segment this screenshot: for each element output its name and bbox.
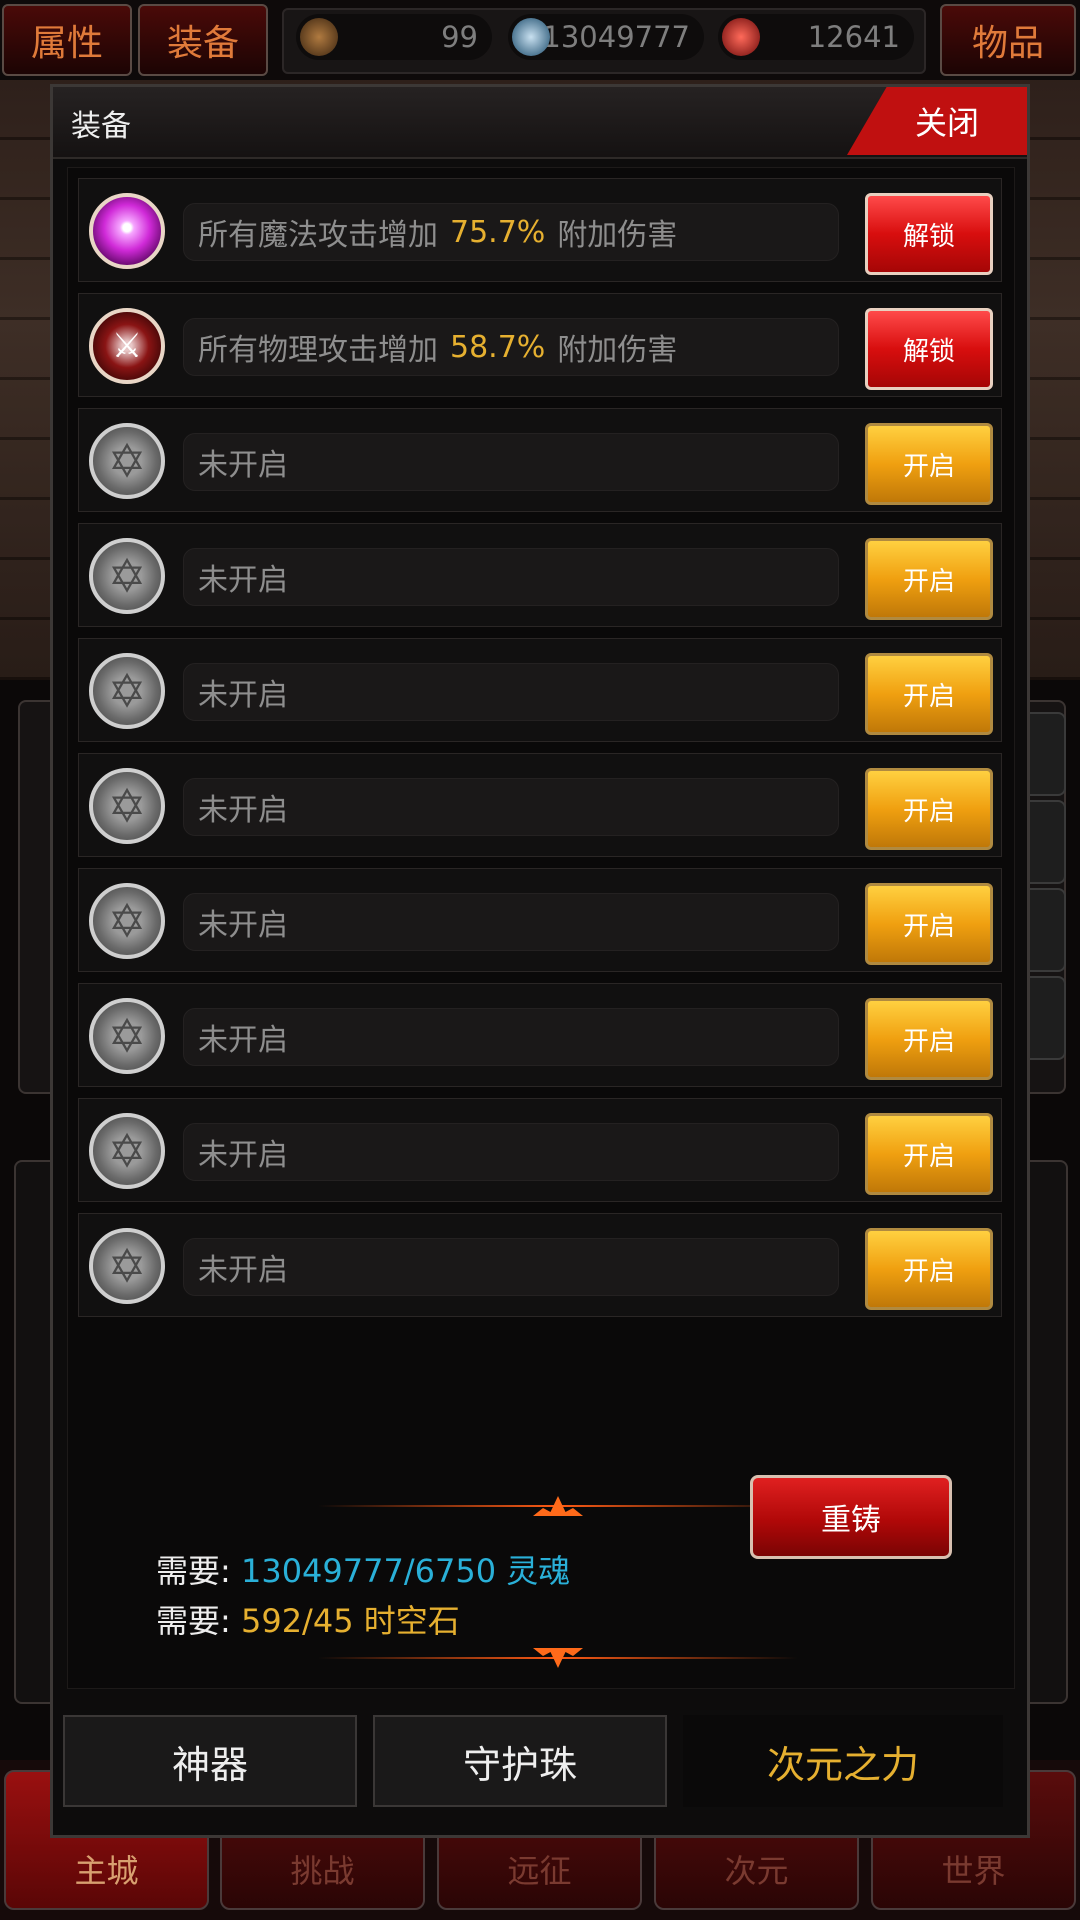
soul-requirement-value: 13049777/6750 灵魂 (240, 1552, 571, 1590)
recast-button[interactable]: 重铸 (750, 1475, 952, 1559)
slot-prefix: 未开启 (198, 793, 288, 828)
stone-requirement-label: 需要: (156, 1602, 231, 1640)
locked-seal-icon (89, 998, 165, 1074)
slot-prefix: 所有魔法攻击增加 (198, 218, 438, 253)
unlock-button[interactable]: 解锁 (865, 308, 993, 390)
tab-dimension-power[interactable]: 次元之力 (683, 1715, 1003, 1807)
modal-title: 装备 (71, 109, 131, 144)
slot-suffix: 附加伤害 (557, 333, 678, 368)
tab-guardian-orb[interactable]: 守护珠 (373, 1715, 667, 1807)
locked-seal-icon (89, 768, 165, 844)
slot-suffix: 附加伤害 (557, 218, 678, 253)
slot-prefix: 未开启 (198, 1023, 288, 1058)
slot-description: 未开启 (183, 1123, 839, 1181)
slot-row: 未开启 开启 (78, 753, 1002, 857)
open-button[interactable]: 开启 (865, 538, 993, 620)
skull-soul-icon (512, 18, 550, 56)
open-button[interactable]: 开启 (865, 1113, 993, 1195)
slot-bonus-value: 75.7% (450, 214, 546, 250)
slot-description: 未开启 (183, 893, 839, 951)
slot-description: 未开启 (183, 663, 839, 721)
physical-orb-icon (89, 308, 165, 384)
locked-seal-icon (89, 538, 165, 614)
red-vortex-icon (722, 18, 760, 56)
resource-star-value: 99 (441, 20, 478, 54)
open-button[interactable]: 开启 (865, 768, 993, 850)
slot-prefix: 未开启 (198, 1253, 288, 1288)
locked-seal-icon (89, 883, 165, 959)
slot-row: 未开启 开启 (78, 983, 1002, 1087)
equipment-button[interactable]: 装备 (138, 4, 268, 76)
star-emblem-icon (300, 18, 338, 56)
magic-orb-icon (89, 193, 165, 269)
locked-seal-icon (89, 1228, 165, 1304)
ornament-divider-top (318, 1496, 798, 1516)
modal-body: 所有魔法攻击增加75.7%附加伤害解锁所有物理攻击增加58.7%附加伤害解锁未开… (67, 167, 1015, 1689)
slot-row: 未开启 开启 (78, 408, 1002, 512)
resource-star: 99 (296, 14, 492, 60)
open-button[interactable]: 开启 (865, 1228, 993, 1310)
soul-requirement-label: 需要: (156, 1552, 231, 1590)
slot-prefix: 未开启 (198, 448, 288, 483)
slot-bonus-value: 58.7% (450, 329, 546, 365)
slot-description: 未开启 (183, 433, 839, 491)
slot-prefix: 未开启 (198, 678, 288, 713)
slot-row: 所有物理攻击增加 58.7% 附加伤害 解锁 (78, 293, 1002, 397)
resource-soul: 13049777 (508, 14, 704, 60)
slot-prefix: 未开启 (198, 563, 288, 598)
stone-requirement: 需要: 592/45 时空石 (156, 1596, 460, 1642)
slot-description: 未开启 (183, 778, 839, 836)
slot-row: 所有魔法攻击增加 75.7% 附加伤害 解锁 (78, 178, 1002, 282)
resource-soul-value: 13049777 (542, 20, 690, 54)
slot-description: 未开启 (183, 1238, 839, 1296)
unlock-button[interactable]: 解锁 (865, 193, 993, 275)
slot-prefix: 未开启 (198, 908, 288, 943)
ornament-divider-bottom (318, 1648, 798, 1668)
close-button[interactable]: 关闭 (847, 87, 1027, 155)
modal-header: 装备 关闭 (53, 87, 1027, 159)
open-button[interactable]: 开启 (865, 653, 993, 735)
locked-seal-icon (89, 653, 165, 729)
locked-seal-icon (89, 1113, 165, 1189)
locked-seal-icon (89, 423, 165, 499)
slot-description: 所有物理攻击增加 58.7% 附加伤害 (183, 318, 839, 376)
open-button[interactable]: 开启 (865, 998, 993, 1080)
top-bar: 属性 装备 99 13049777 12641 物品 (0, 0, 1080, 80)
slot-row: 未开启 开启 (78, 1098, 1002, 1202)
open-button[interactable]: 开启 (865, 883, 993, 965)
slot-row: 未开启 开启 (78, 523, 1002, 627)
slot-prefix: 未开启 (198, 1138, 288, 1173)
slot-description: 未开启 (183, 1008, 839, 1066)
attributes-button[interactable]: 属性 (2, 4, 132, 76)
slot-prefix: 所有物理攻击增加 (198, 333, 438, 368)
stone-requirement-value: 592/45 时空石 (240, 1602, 460, 1640)
open-button[interactable]: 开启 (865, 423, 993, 505)
slot-description: 所有魔法攻击增加 75.7% 附加伤害 (183, 203, 839, 261)
slot-row: 未开启 开启 (78, 638, 1002, 742)
slot-description: 未开启 (183, 548, 839, 606)
resource-vortex-value: 12641 (807, 20, 900, 54)
equipment-modal: 装备 关闭 所有魔法攻击增加75.7%附加伤害解锁所有物理攻击增加58.7%附加… (50, 84, 1030, 1838)
soul-requirement: 需要: 13049777/6750 灵魂 (156, 1546, 570, 1592)
items-button[interactable]: 物品 (940, 4, 1076, 76)
slot-row: 未开启 开启 (78, 868, 1002, 972)
tab-artifact[interactable]: 神器 (63, 1715, 357, 1807)
slot-row: 未开启 开启 (78, 1213, 1002, 1317)
resource-vortex: 12641 (718, 14, 914, 60)
